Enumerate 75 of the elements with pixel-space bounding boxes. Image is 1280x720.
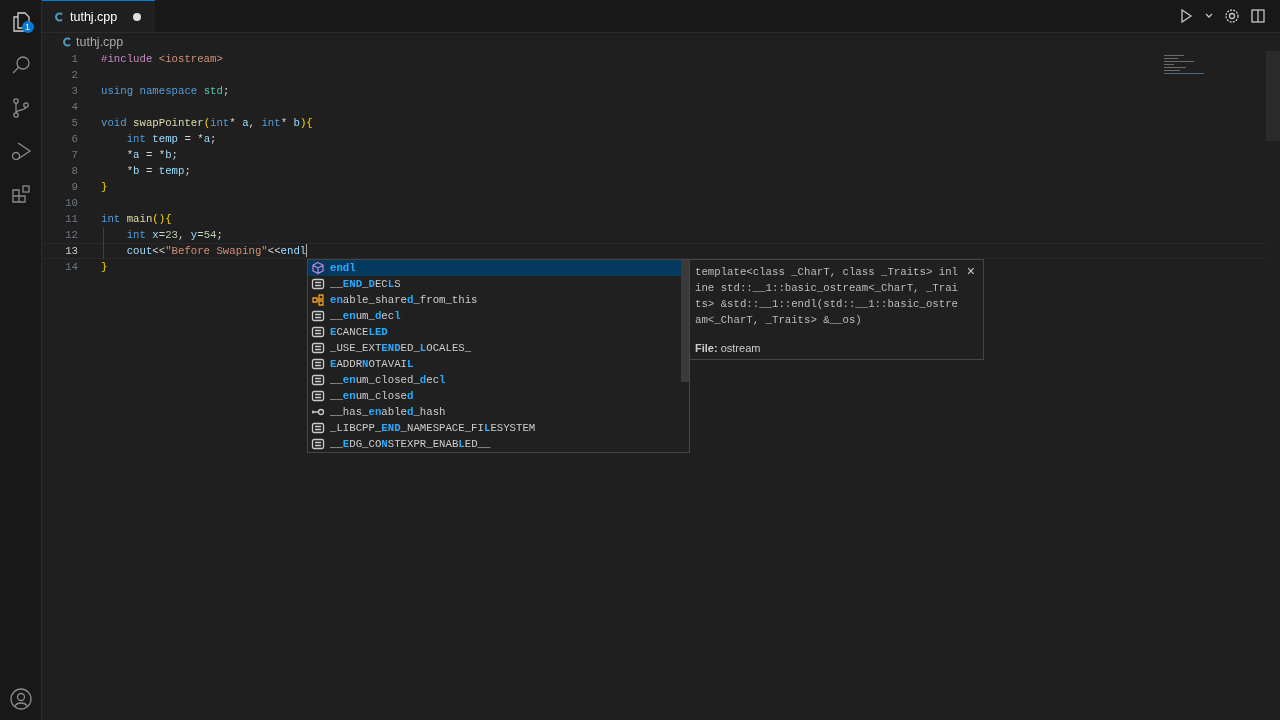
code-line: int main(){ bbox=[101, 212, 172, 227]
suggestion-label: _LIBCPP_END_NAMESPACE_FILESYSTEM bbox=[330, 422, 536, 434]
lines-icon bbox=[311, 437, 325, 451]
account-icon[interactable] bbox=[8, 686, 33, 711]
line-number: 14 bbox=[64, 260, 79, 275]
line-number: 13 bbox=[64, 244, 79, 259]
line-number: 3 bbox=[70, 84, 79, 99]
lines-icon bbox=[311, 373, 325, 387]
code-line: cout<<"Before Swaping"<<endl bbox=[125, 244, 307, 259]
suggestion-item[interactable]: __END_DECLS bbox=[308, 276, 683, 292]
close-button[interactable]: × bbox=[964, 263, 977, 279]
breadcrumb-item[interactable]: tuthj.cpp bbox=[76, 35, 124, 49]
notification-badge: 1 bbox=[21, 21, 34, 33]
line-number: 2 bbox=[70, 68, 79, 83]
cube-icon bbox=[311, 261, 325, 275]
line-number: 6 bbox=[70, 132, 79, 147]
lines-icon bbox=[311, 309, 325, 323]
scrollbar[interactable] bbox=[681, 260, 689, 382]
suggestion-item[interactable]: __enum_decl bbox=[308, 308, 683, 324]
suggestion-label: __enum_closed bbox=[330, 390, 414, 402]
suggestion-label: enable_shared_from_this bbox=[330, 294, 478, 306]
line-number: 9 bbox=[70, 180, 79, 195]
suggestion-item[interactable]: _LIBCPP_END_NAMESPACE_FILESYSTEM bbox=[308, 420, 683, 436]
suggestion-label: _USE_EXTENDED_LOCALES_ bbox=[330, 342, 472, 354]
line-number: 5 bbox=[70, 116, 79, 131]
suggestion-item[interactable]: EADDRNOTAVAIL bbox=[308, 356, 683, 372]
signature-text: template<class _CharT, class _Traits> inline std::__1::basic_ostream<_CharT, _Traits> &std::__1::endl(std::__1::basic_ostream<_CharT, _Traits> &__os) bbox=[695, 265, 958, 328]
settings-icon[interactable] bbox=[1224, 8, 1240, 24]
suggestion-item[interactable]: __enum_closed_decl bbox=[308, 372, 683, 388]
line-number: 12 bbox=[64, 228, 79, 243]
file-info: File: ostream bbox=[695, 342, 762, 354]
code-line: int temp = *a; bbox=[125, 132, 217, 147]
file-type-icon bbox=[54, 11, 64, 22]
line-number: 11 bbox=[64, 212, 79, 227]
lines-icon bbox=[311, 325, 325, 339]
line-number: 8 bbox=[70, 164, 79, 179]
code-line: } bbox=[101, 180, 108, 195]
suggestion-label: __enum_decl bbox=[330, 310, 401, 322]
line-number: 10 bbox=[64, 196, 79, 211]
suggestion-item[interactable]: ECANCELED bbox=[308, 324, 683, 340]
lines-icon bbox=[311, 277, 325, 291]
suggestion-item[interactable]: endl bbox=[308, 260, 683, 276]
run-icon[interactable] bbox=[1178, 8, 1194, 24]
extensions-icon[interactable] bbox=[9, 182, 32, 205]
code-line: using namespace std; bbox=[101, 84, 230, 99]
lines-icon bbox=[311, 357, 325, 371]
code-line: } bbox=[101, 260, 108, 275]
code-line: *a = *b; bbox=[125, 148, 178, 163]
suggestion-item[interactable]: enable_shared_from_this bbox=[308, 292, 683, 308]
suggestion-label: ECANCELED bbox=[330, 326, 388, 338]
split-editor-icon[interactable] bbox=[1250, 8, 1266, 24]
suggestion-label: EADDRNOTAVAIL bbox=[330, 358, 414, 370]
editor-tab[interactable]: tuthj.cpp bbox=[42, 0, 156, 32]
text-cursor bbox=[306, 243, 308, 257]
line-number: 4 bbox=[70, 100, 79, 115]
lines-icon bbox=[311, 341, 325, 355]
code-line: #include <iostream> bbox=[101, 52, 223, 67]
lines-icon bbox=[311, 421, 325, 435]
code-line: *b = temp; bbox=[125, 164, 191, 179]
suggestion-label: endl bbox=[330, 262, 356, 274]
suggestion-item[interactable]: __EDG_CONSTEXPR_ENABLED__ bbox=[308, 436, 683, 452]
class-icon bbox=[311, 293, 325, 307]
suggestion-label: __has_enabled_hash bbox=[330, 406, 446, 418]
code-line: void swapPointer(int* a, int* b){ bbox=[101, 116, 313, 131]
code-line: int x=23, y=54; bbox=[125, 228, 223, 243]
suggestion-label: __END_DECLS bbox=[330, 278, 401, 290]
line-number: 7 bbox=[70, 148, 79, 163]
suggestion-item[interactable]: _USE_EXTENDED_LOCALES_ bbox=[308, 340, 683, 356]
suggestion-label: __EDG_CONSTEXPR_ENABLED__ bbox=[330, 438, 491, 450]
line-number: 1 bbox=[70, 52, 79, 67]
lines-icon bbox=[311, 389, 325, 403]
suggestion-item[interactable]: __has_enabled_hash bbox=[308, 404, 683, 420]
file-type-icon bbox=[62, 37, 72, 47]
suggestion-label: __enum_closed_decl bbox=[330, 374, 446, 386]
suggestion-item[interactable]: __enum_closed bbox=[308, 388, 683, 404]
